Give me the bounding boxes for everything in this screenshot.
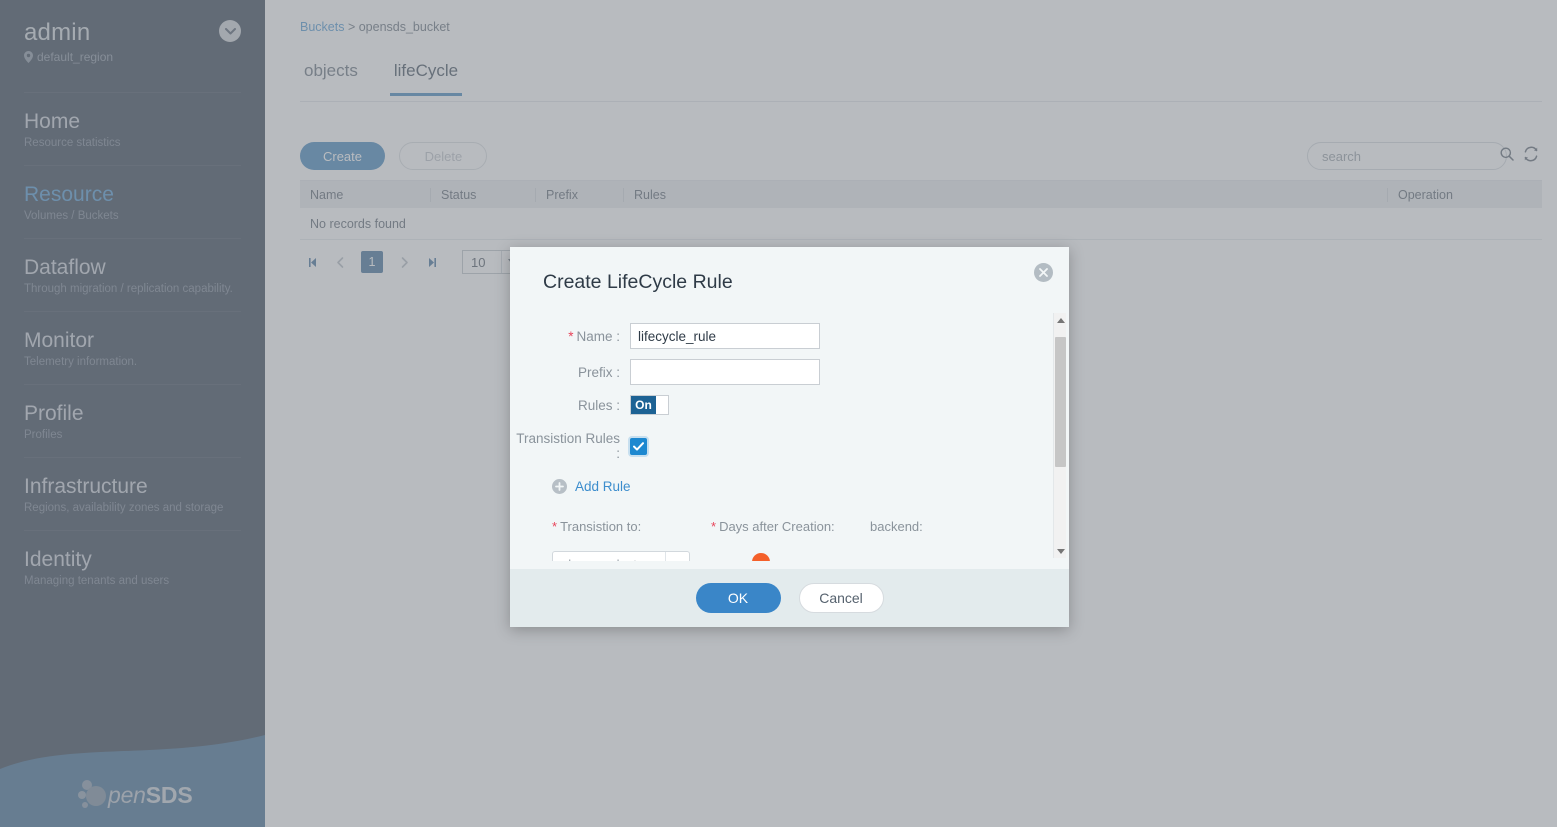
field-row-name: * Name : [510, 323, 820, 349]
field-row-transition-rules: Transistion Rules : [510, 431, 647, 461]
rule-header-days-after-creation: * Days after Creation: [711, 519, 835, 534]
add-rule-label: Add Rule [575, 479, 631, 494]
rule-header-transition-to: * Transistion to: [552, 519, 642, 534]
rules-toggle[interactable]: On [630, 395, 669, 415]
dialog-footer: OK Cancel [510, 569, 1069, 627]
chevron-down-icon[interactable] [665, 552, 689, 561]
dialog-body: *Name : Prefix : Rules : On Transistion … [510, 311, 1069, 561]
create-lifecycle-rule-dialog: Create LifeCycle Rule *Name : Prefix : R… [510, 247, 1069, 627]
close-icon[interactable] [1034, 263, 1053, 282]
dialog-title: Create LifeCycle Rule [543, 271, 733, 293]
prefix-input[interactable] [630, 359, 820, 385]
rules-field-label: Rules : [577, 397, 620, 413]
plus-circle-icon [552, 479, 567, 494]
field-row-prefix: Prefix : [510, 359, 820, 385]
name-input[interactable] [630, 323, 820, 349]
field-row-rules: Rules : On [510, 395, 669, 415]
name-field-label: * Name : [568, 328, 620, 344]
dialog-scrollbar[interactable] [1053, 313, 1066, 558]
required-asterisk: * [568, 328, 574, 344]
required-asterisk: * [711, 519, 717, 534]
scroll-down-icon[interactable] [1054, 544, 1067, 558]
scroll-up-icon[interactable] [1054, 313, 1067, 327]
app-root: admin default_region Home Resource stati… [0, 0, 1557, 827]
rules-toggle-knob [656, 396, 668, 414]
scrollbar-thumb[interactable] [1055, 337, 1066, 467]
transition-rules-checkbox[interactable] [630, 437, 647, 455]
transition-to-select[interactable]: please select [552, 551, 690, 561]
prefix-field-label: Prefix : [577, 364, 620, 380]
add-rule-button[interactable]: Add Rule [552, 479, 631, 494]
rule-header-backend: backend: [870, 519, 923, 534]
cancel-button[interactable]: Cancel [798, 583, 884, 613]
transition-to-select-value: please select [553, 557, 637, 562]
rules-toggle-state-label: On [631, 396, 656, 414]
ok-button[interactable]: OK [695, 583, 781, 613]
remove-circle-icon[interactable] [752, 553, 770, 561]
required-asterisk: * [552, 519, 558, 534]
transition-rules-field-label: Transistion Rules : [516, 431, 620, 461]
